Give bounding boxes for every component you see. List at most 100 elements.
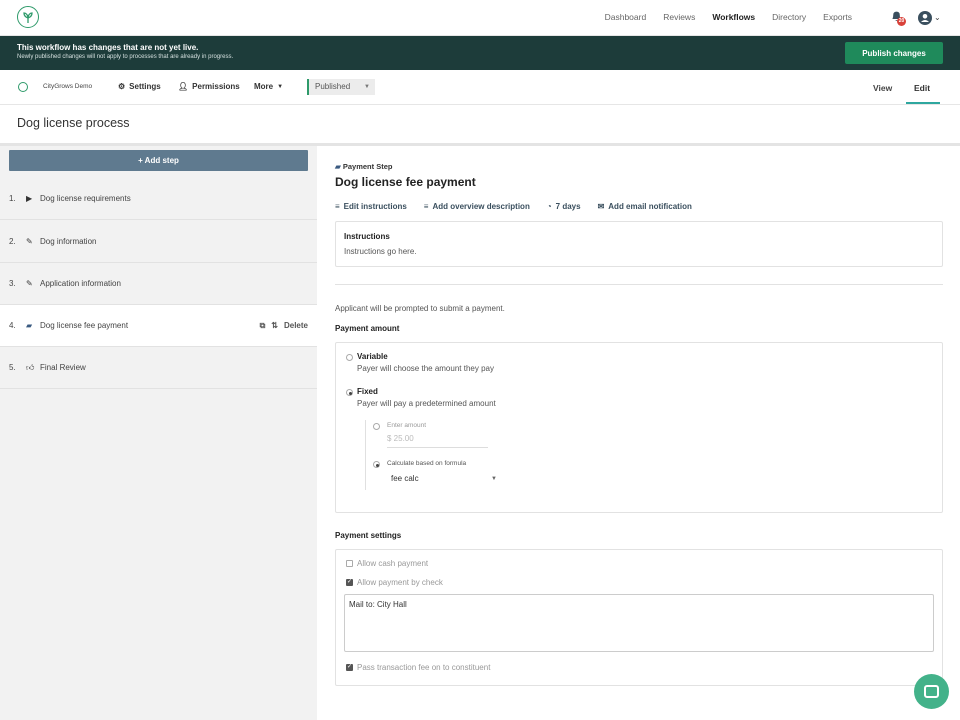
nav-exports[interactable]: Exports bbox=[823, 12, 852, 22]
step-title: Dog license fee payment bbox=[335, 175, 476, 189]
fixed-desc: Payer will pay a predetermined amount bbox=[357, 399, 496, 408]
add-overview-button[interactable]: ≡ Add overview description bbox=[424, 202, 530, 211]
fixed-radio[interactable] bbox=[346, 389, 353, 396]
applicant-text: Applicant will be prompted to submit a p… bbox=[335, 304, 505, 313]
settings-label: Settings bbox=[129, 82, 161, 91]
step-number: 4. bbox=[9, 321, 16, 330]
allow-check-label: Allow payment by check bbox=[357, 578, 443, 587]
formula-radio[interactable] bbox=[373, 461, 380, 468]
gear-icon: ⚙ bbox=[118, 82, 126, 91]
person-icon: 👤︎ bbox=[178, 82, 189, 91]
reorder-icon[interactable]: ⇅ bbox=[271, 321, 278, 331]
variable-desc: Payer will choose the amount they pay bbox=[357, 364, 494, 373]
deadline-button[interactable]: ◔ 7 days bbox=[547, 202, 581, 211]
pencil-icon: ✎ bbox=[26, 237, 33, 246]
play-icon: ▶ bbox=[26, 194, 33, 203]
add-overview-label: Add overview description bbox=[432, 202, 530, 211]
tab-edit[interactable]: Edit bbox=[914, 83, 930, 93]
enter-amount-label: Enter amount bbox=[387, 422, 427, 429]
enter-amount-radio[interactable] bbox=[373, 423, 380, 430]
nav-dashboard[interactable]: Dashboard bbox=[605, 12, 647, 22]
fixed-title: Fixed bbox=[357, 387, 378, 396]
main-nav: Dashboard Reviews Workflows Directory Ex… bbox=[605, 12, 852, 22]
step-actions-bar: ≡ Edit instructions ≡ Add overview descrip… bbox=[335, 202, 692, 211]
tab-view[interactable]: View bbox=[873, 83, 892, 93]
variable-radio[interactable] bbox=[346, 354, 353, 361]
add-email-notification-button[interactable]: ✉ Add email notification bbox=[598, 202, 692, 211]
permissions-label: Permissions bbox=[192, 82, 240, 91]
status-select[interactable]: Published ▼ bbox=[307, 79, 375, 95]
chat-button[interactable] bbox=[914, 674, 949, 709]
step-label: Dog license requirements bbox=[40, 194, 131, 203]
citygrows-logo[interactable] bbox=[17, 6, 39, 28]
org-logo-icon bbox=[18, 82, 28, 92]
chevron-down-icon[interactable]: ⌄ bbox=[934, 13, 941, 22]
lines-icon: ≡ bbox=[335, 202, 340, 211]
pass-fee-label: Pass transaction fee on to constituent bbox=[357, 663, 491, 672]
nav-reviews[interactable]: Reviews bbox=[663, 12, 695, 22]
delete-step-button[interactable]: Delete bbox=[284, 321, 308, 331]
permissions-button[interactable]: 👤︎ Permissions bbox=[178, 82, 240, 91]
step-label: Dog information bbox=[40, 237, 97, 246]
caret-down-icon: ▼ bbox=[277, 83, 284, 90]
notification-badge: 20 bbox=[897, 17, 906, 26]
formula-label: Calculate based on formula bbox=[387, 460, 467, 467]
settings-button[interactable]: ⚙ Settings bbox=[118, 82, 161, 91]
allow-cash-checkbox[interactable] bbox=[346, 560, 353, 567]
envelope-icon: ✉ bbox=[597, 202, 605, 211]
clock-icon: ◔ bbox=[546, 202, 552, 211]
caret-down-icon: ▼ bbox=[364, 84, 370, 90]
deadline-label: 7 days bbox=[555, 202, 581, 211]
steps-sidebar: + Add step 1. ▶ Dog license requirements… bbox=[0, 146, 317, 720]
bell-icon[interactable]: 20 bbox=[890, 10, 906, 26]
nav-directory[interactable]: Directory bbox=[772, 12, 806, 22]
suboption-guide bbox=[365, 420, 366, 490]
step-item[interactable]: 2. ✎ Dog information bbox=[0, 221, 317, 263]
nav-workflows[interactable]: Workflows bbox=[712, 12, 755, 22]
unpublished-banner: This workflow has changes that are not y… bbox=[0, 36, 960, 70]
amount-input[interactable]: $ 25.00 bbox=[387, 434, 488, 448]
formula-value: fee calc bbox=[391, 474, 419, 483]
step-item[interactable]: 1. ▶ Dog license requirements bbox=[0, 178, 317, 220]
active-tab-indicator bbox=[906, 102, 940, 104]
more-menu[interactable]: More ▼ bbox=[254, 82, 283, 91]
money-icon: ▰ bbox=[335, 162, 341, 171]
step-item[interactable]: 5. 👍︎ Final Review bbox=[0, 347, 317, 389]
thumbs-up-icon: 👍︎ bbox=[26, 362, 35, 372]
instructions-panel[interactable]: Instructions Instructions go here. bbox=[335, 221, 943, 267]
payment-settings-heading: Payment settings bbox=[335, 531, 402, 540]
step-type-label: Payment Step bbox=[342, 162, 393, 171]
step-item[interactable]: 3. ✎ Application information bbox=[0, 263, 317, 305]
formula-select[interactable]: fee calc ▼ bbox=[387, 474, 501, 488]
page-title: Dog license process bbox=[17, 116, 130, 130]
step-label: Dog license fee payment bbox=[40, 321, 129, 330]
step-label: Application information bbox=[40, 279, 121, 288]
divider bbox=[335, 284, 943, 285]
avatar[interactable] bbox=[918, 11, 932, 25]
workflow-toolbar: CityGrows Demo ⚙ Settings 👤︎ Permissions… bbox=[0, 70, 960, 105]
allow-check-checkbox[interactable] bbox=[346, 578, 353, 586]
instructions-heading: Instructions bbox=[344, 232, 390, 241]
step-actions: ⧉ ⇅ Delete bbox=[260, 321, 308, 331]
step-number: 5. bbox=[9, 363, 16, 372]
lines-icon: ≡ bbox=[423, 202, 429, 211]
pass-fee-checkbox[interactable] bbox=[346, 663, 353, 671]
copy-icon[interactable]: ⧉ bbox=[260, 321, 266, 331]
edit-instructions-button[interactable]: ≡ Edit instructions bbox=[335, 202, 407, 211]
step-number: 1. bbox=[9, 194, 16, 203]
more-label: More bbox=[254, 82, 274, 91]
step-type: ▰ Payment Step bbox=[335, 162, 392, 171]
banner-title: This workflow has changes that are not y… bbox=[17, 43, 199, 52]
status-value: Published bbox=[315, 82, 351, 91]
variable-title: Variable bbox=[357, 352, 388, 361]
mail-to-textarea[interactable]: Mail to: City Hall bbox=[344, 594, 934, 652]
add-email-label: Add email notification bbox=[608, 202, 692, 211]
caret-down-icon: ▼ bbox=[491, 476, 497, 482]
allow-cash-label: Allow cash payment bbox=[357, 559, 429, 568]
publish-changes-button[interactable]: Publish changes bbox=[845, 42, 943, 64]
org-name[interactable]: CityGrows Demo bbox=[43, 83, 92, 90]
step-number: 2. bbox=[9, 237, 16, 246]
add-step-button[interactable]: + Add step bbox=[9, 150, 308, 171]
step-item-active[interactable]: 4. ▰ Dog license fee payment ⧉ ⇅ Delete bbox=[0, 305, 317, 347]
instructions-body: Instructions go here. bbox=[344, 247, 417, 256]
